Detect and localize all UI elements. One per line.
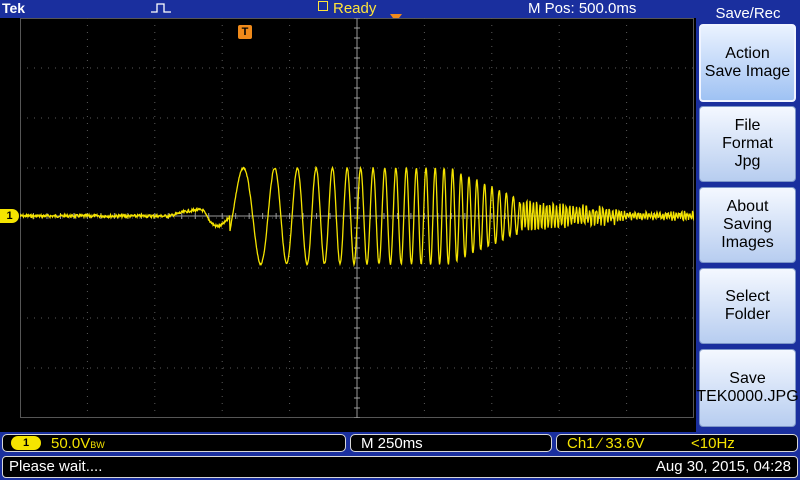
run-state-icon: [318, 1, 328, 11]
pulse-icon: [151, 3, 171, 13]
timebase-value: M 250ms: [361, 435, 423, 452]
trigger-readout[interactable]: Ch1 ∕ 33.6V <10Hz: [556, 434, 798, 452]
top-status-bar: Tek Ready M Pos: 500.0ms: [0, 0, 696, 18]
brand-logo: Tek: [2, 0, 26, 16]
waveform-graticule[interactable]: [19, 17, 695, 419]
side-menu: Save/Rec Action Save Image File Format J…: [696, 0, 800, 432]
ch1-badge: 1: [11, 436, 41, 450]
trigger-source-level: Ch1 ∕ 33.6V: [567, 435, 645, 452]
readout-bar: 1 50.0VBW M 250ms Ch1 ∕ 33.6V <10Hz: [0, 432, 800, 454]
status-box: Please wait.... Aug 30, 2015, 04:28: [2, 456, 798, 478]
menu-line: Save: [729, 370, 766, 387]
save-file-button[interactable]: Save TEK0000.JPG: [696, 349, 799, 427]
menu-line: Select: [725, 288, 770, 305]
waveform-display: [19, 17, 695, 419]
action-save-image-button[interactable]: Action Save Image: [699, 24, 796, 102]
bandwidth-limit-indicator: BW: [90, 440, 105, 450]
acquisition-status-text: Ready: [333, 0, 377, 17]
about-saving-images-button[interactable]: About Saving Images: [699, 187, 796, 263]
ch1-readout[interactable]: 1 50.0VBW: [2, 434, 346, 452]
horizontal-position: M Pos: 500.0ms: [528, 0, 637, 17]
ch1-scale: 50.0VBW: [51, 436, 105, 453]
timebase-readout[interactable]: M 250ms: [350, 434, 552, 452]
date-time: Aug 30, 2015, 04:28: [655, 458, 791, 475]
ch1-scale-value: 50.0V: [51, 435, 91, 452]
menu-line: Saving: [723, 216, 772, 233]
menu-line: Format: [722, 135, 773, 152]
menu-line: About: [726, 198, 769, 215]
menu-line: TEK0000.JPG: [696, 388, 799, 405]
menu-line: Action: [725, 45, 770, 62]
ch1-ground-marker[interactable]: 1: [0, 209, 19, 223]
menu-line: Folder: [724, 306, 771, 323]
trigger-frequency: <10Hz: [691, 435, 735, 452]
menu-line: Images: [721, 234, 774, 251]
select-folder-button[interactable]: Select Folder: [699, 268, 796, 344]
status-bar: Please wait.... Aug 30, 2015, 04:28: [0, 454, 800, 480]
status-message: Please wait....: [9, 458, 103, 475]
menu-line: Save Image: [704, 63, 791, 80]
file-format-button[interactable]: File Format Jpg: [699, 106, 796, 182]
menu-line: File: [734, 117, 761, 134]
trigger-marker[interactable]: T: [238, 25, 252, 39]
menu-line: Jpg: [734, 153, 761, 170]
acquisition-status: Ready: [318, 0, 376, 18]
